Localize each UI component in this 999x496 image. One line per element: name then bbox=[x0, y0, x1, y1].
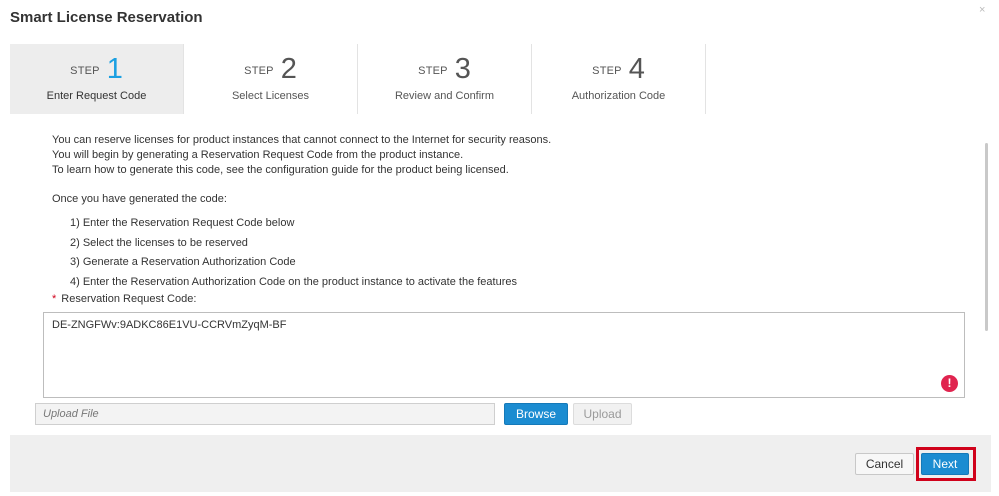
dialog-title: Smart License Reservation bbox=[10, 9, 203, 26]
list-item: 4) Enter the Reservation Authorization C… bbox=[70, 275, 517, 288]
dialog-footer bbox=[10, 435, 991, 492]
step-label: Select Licenses bbox=[231, 90, 310, 102]
wizard-steps: STEP 1 Enter Request Code STEP 2 Select … bbox=[10, 44, 706, 114]
error-icon: ! bbox=[941, 375, 958, 392]
list-item: 2) Select the licenses to be reserved bbox=[70, 236, 248, 249]
intro-line: You can reserve licenses for product ins… bbox=[52, 134, 552, 146]
upload-button[interactable]: Upload bbox=[573, 403, 632, 425]
step-word: STEP bbox=[418, 65, 448, 77]
step-number: 1 bbox=[106, 53, 123, 85]
step-enter-request-code[interactable]: STEP 1 Enter Request Code bbox=[10, 44, 184, 114]
next-highlight-box bbox=[916, 447, 976, 481]
instructions-panel: You can reserve licenses for product ins… bbox=[52, 133, 551, 292]
step-label: Authorization Code bbox=[571, 90, 666, 102]
step-review-and-confirm[interactable]: STEP 3 Review and Confirm bbox=[358, 44, 532, 114]
step-label: Enter Request Code bbox=[46, 90, 147, 102]
scrollbar[interactable] bbox=[985, 143, 988, 331]
instruction-list: 1) Enter the Reservation Request Code be… bbox=[52, 214, 551, 292]
once-text: Once you have generated the code: bbox=[52, 193, 227, 205]
browse-button[interactable]: Browse bbox=[504, 403, 568, 425]
request-code-label-text: Reservation Request Code: bbox=[61, 293, 197, 305]
upload-file-field[interactable]: Upload File bbox=[35, 403, 495, 425]
step-word: STEP bbox=[592, 65, 622, 77]
request-code-textarea[interactable]: DE-ZNGFWv:9ADKC86E1VU-CCRVmZyqM-BF bbox=[43, 312, 965, 398]
step-number: 3 bbox=[454, 53, 471, 85]
list-item: 3) Generate a Reservation Authorization … bbox=[70, 256, 296, 268]
step-number: 2 bbox=[280, 53, 297, 85]
step-number: 4 bbox=[628, 53, 645, 85]
step-label: Review and Confirm bbox=[394, 90, 495, 102]
cancel-button[interactable]: Cancel bbox=[855, 453, 914, 475]
step-word: STEP bbox=[244, 65, 274, 77]
step-word: STEP bbox=[70, 65, 100, 77]
step-authorization-code[interactable]: STEP 4 Authorization Code bbox=[532, 44, 706, 114]
intro-line: You will begin by generating a Reservati… bbox=[52, 149, 464, 161]
required-marker: * bbox=[52, 293, 57, 305]
list-item: 1) Enter the Reservation Request Code be… bbox=[70, 217, 295, 229]
request-code-label: * Reservation Request Code: bbox=[52, 293, 196, 305]
close-icon[interactable]: × bbox=[979, 4, 985, 16]
step-select-licenses[interactable]: STEP 2 Select Licenses bbox=[184, 44, 358, 114]
intro-line: To learn how to generate this code, see … bbox=[52, 164, 509, 176]
